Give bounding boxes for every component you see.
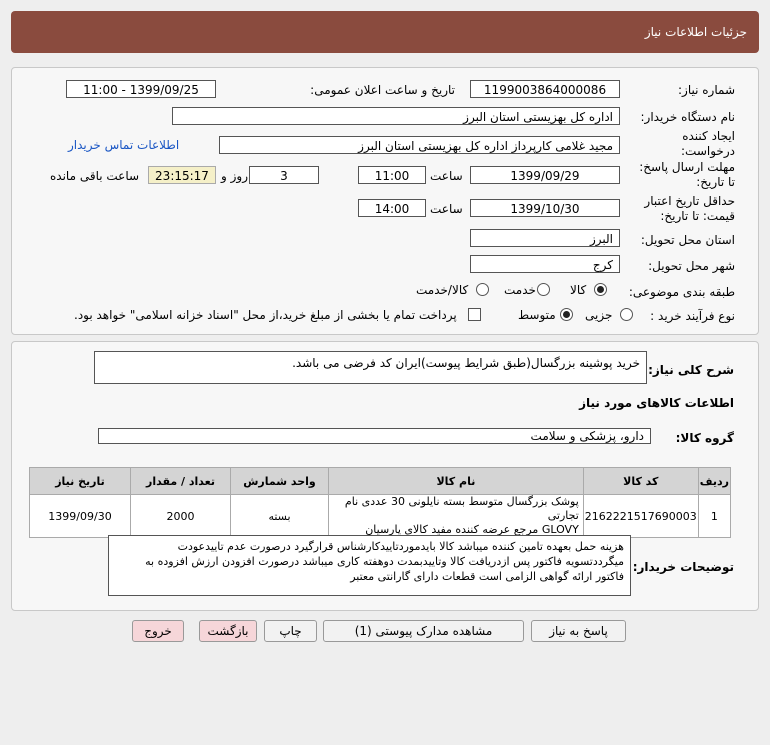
cell-date: 1399/09/30 xyxy=(29,494,131,538)
category-radio-service[interactable] xyxy=(537,283,550,296)
buyer-notes-label: توضیحات خریدار: xyxy=(632,560,734,574)
goods-table-header: ردیف کد کالا نام کالا واحد شمارش تعداد /… xyxy=(29,467,732,495)
validity-label: حداقل تاریخ اعتبار قیمت: تا تاریخ: xyxy=(644,194,735,224)
cell-code: 2162221517690003 xyxy=(582,494,699,538)
cell-qty: 2000 xyxy=(130,494,231,538)
back-button[interactable]: بازگشت xyxy=(199,620,257,642)
remaining-time-field: 23:15:17 xyxy=(148,166,216,184)
deadline-time-label: ساعت xyxy=(430,169,463,183)
category-option-service: خدمت xyxy=(504,283,536,297)
creator-label: ایجاد کننده درخواست: xyxy=(681,129,735,159)
category-radio-goods[interactable] xyxy=(594,283,607,296)
days-field: 3 xyxy=(249,166,319,184)
buyer-notes-field: هزینه حمل بعهده تامین کننده میباشد کالا … xyxy=(108,535,631,596)
province-field: البرز xyxy=(470,229,620,247)
buyer-org-label: نام دستگاه خریدار: xyxy=(640,110,736,124)
validity-label-line1: حداقل تاریخ اعتبار xyxy=(644,194,735,208)
cell-unit: بسته xyxy=(230,494,329,538)
col-code: کد کالا xyxy=(582,467,699,495)
deadline-label-line2: تا تاریخ: xyxy=(696,175,735,189)
buyer-org-field: اداره کل بهزیستی استان البرز xyxy=(172,107,620,125)
process-radio-medium[interactable] xyxy=(560,308,573,321)
exit-button[interactable]: خروج xyxy=(132,620,184,642)
goods-group-field: دارو، پزشکی و سلامت xyxy=(98,428,651,444)
goods-section-title: اطلاعات کالاهای مورد نیاز xyxy=(579,396,734,410)
deadline-time-field: 11:00 xyxy=(358,166,426,184)
need-number-label: شماره نیاز: xyxy=(678,83,735,97)
creator-label-line2: درخواست: xyxy=(681,144,735,158)
summary-field: خرید پوشینه بزرگسال(طبق شرایط پیوست)ایرا… xyxy=(94,351,647,384)
cell-name: پوشک بزرگسال متوسط بسته نایلونی 30 عددی … xyxy=(328,494,584,538)
announce-field: 1399/09/25 - 11:00 xyxy=(66,80,216,98)
col-name: نام کالا xyxy=(328,467,584,495)
deadline-date-field: 1399/09/29 xyxy=(470,166,620,184)
province-label: استان محل تحویل: xyxy=(640,233,735,247)
city-field: کرج xyxy=(470,255,620,273)
category-option-goods-service: کالا/خدمت xyxy=(416,283,469,297)
validity-date-field: 1399/10/30 xyxy=(470,199,620,217)
process-option-medium: متوسط xyxy=(518,308,556,322)
treasury-checkbox[interactable] xyxy=(468,308,481,321)
print-button[interactable]: چاپ xyxy=(264,620,317,642)
creator-field: مجید غلامی کارپرداز اداره کل بهزیستی است… xyxy=(219,136,620,154)
col-date: تاریخ نیاز xyxy=(29,467,131,495)
validity-time-field: 14:00 xyxy=(358,199,426,217)
need-number-field: 1199003864000086 xyxy=(470,80,620,98)
buyer-notes-line1: هزینه حمل بعهده تامین کننده میباشد کالا … xyxy=(177,540,624,553)
view-attachments-button[interactable]: مشاهده مدارک پیوستی (1) xyxy=(323,620,524,642)
col-qty: تعداد / مقدار xyxy=(130,467,231,495)
city-label: شهر محل تحویل: xyxy=(648,259,735,273)
cell-row: 1 xyxy=(697,494,732,538)
summary-text: خرید پوشینه بزرگسال(طبق شرایط پیوست)ایرا… xyxy=(292,356,640,370)
remaining-label: ساعت باقی مانده xyxy=(50,169,140,183)
process-option-minor: جزیی xyxy=(585,308,613,322)
buyer-notes-line2: میگرددتسویه فاکتور پس ازدریافت کالا وتای… xyxy=(145,555,624,568)
buyer-contact-link[interactable]: اطلاعات تماس خریدار xyxy=(68,138,179,152)
page-title: جزئیات اطلاعات نیاز xyxy=(644,25,747,39)
deadline-label-line1: مهلت ارسال پاسخ: xyxy=(639,160,735,174)
payment-note: پرداخت تمام یا بخشی از مبلغ خرید،از محل … xyxy=(74,308,457,322)
category-label: طبقه بندی موضوعی: xyxy=(628,285,735,299)
creator-label-line1: ایجاد کننده xyxy=(682,129,735,143)
buyer-notes-line3: فاکتور ارائه گواهی الزامی است قطعات دارا… xyxy=(350,570,624,583)
category-option-goods: کالا xyxy=(570,283,587,297)
col-unit: واحد شمارش xyxy=(230,467,329,495)
page-header: جزئیات اطلاعات نیاز xyxy=(11,11,759,53)
category-radio-goods-service[interactable] xyxy=(476,283,489,296)
process-label: نوع فرآیند خرید : xyxy=(650,309,735,323)
reply-button[interactable]: پاسخ به نیاز xyxy=(531,620,626,642)
announce-label: تاریخ و ساعت اعلان عمومی: xyxy=(310,83,455,97)
goods-group-label: گروه کالا: xyxy=(675,431,734,445)
summary-label: شرح کلی نیاز: xyxy=(648,363,734,377)
table-row: 1 2162221517690003 پوشک بزرگسال متوسط بس… xyxy=(29,494,732,538)
col-row: ردیف xyxy=(697,467,732,495)
validity-time-label: ساعت xyxy=(430,202,463,216)
deadline-label: مهلت ارسال پاسخ: تا تاریخ: xyxy=(639,160,735,190)
days-label: روز و xyxy=(221,169,248,183)
validity-label-line2: قیمت: تا تاریخ: xyxy=(660,209,735,223)
goods-table: ردیف کد کالا نام کالا واحد شمارش تعداد /… xyxy=(29,467,732,538)
process-radio-minor[interactable] xyxy=(620,308,633,321)
cell-name-line1: پوشک بزرگسال متوسط بسته نایلونی 30 عددی … xyxy=(344,495,579,522)
